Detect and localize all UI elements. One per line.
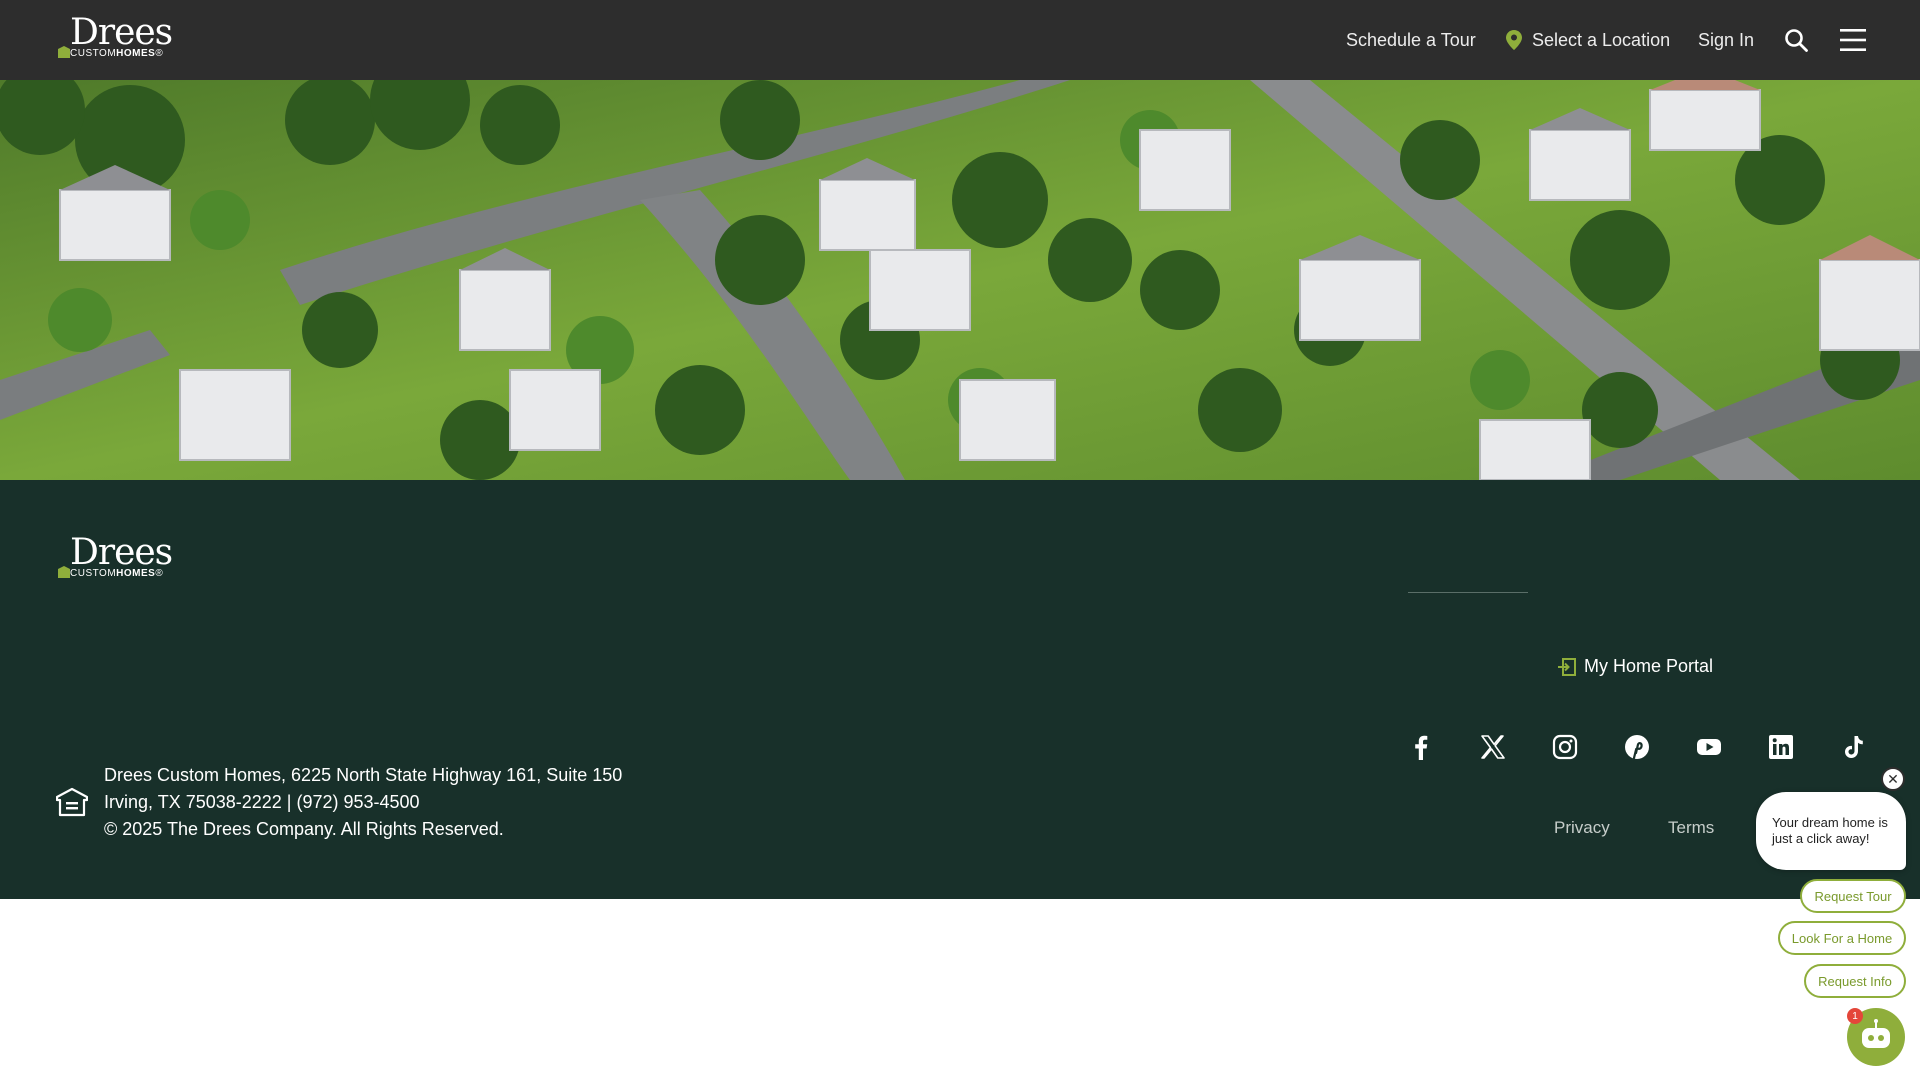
privacy-link[interactable]: Privacy: [1554, 818, 1610, 838]
terms-link[interactable]: Terms: [1668, 818, 1714, 838]
logo-tagline: CUSTOMHOMES®: [70, 568, 164, 579]
address-line-1: Drees Custom Homes, 6225 North State Hig…: [104, 765, 623, 785]
location-pin-icon: [1506, 30, 1522, 50]
tiktok-icon[interactable]: [1840, 734, 1866, 760]
youtube-icon[interactable]: [1696, 734, 1722, 760]
hamburger-menu-icon[interactable]: [1840, 28, 1866, 52]
logo-wordmark: Drees: [70, 532, 173, 573]
copyright-text: © 2025 The Drees Company. All Rights Res…: [104, 819, 504, 839]
address-line-2: Irving, TX 75038-2222 | (972) 953-4500: [104, 792, 420, 812]
select-location-link[interactable]: Select a Location: [1506, 0, 1670, 80]
look-for-home-button[interactable]: Look For a Home: [1778, 921, 1906, 955]
chat-greeting-text: Your dream home is just a click away!: [1772, 815, 1888, 846]
chat-greeting-bubble[interactable]: Your dream home is just a click away!: [1756, 792, 1906, 870]
portal-login-icon: [1558, 657, 1576, 676]
instagram-icon[interactable]: [1552, 734, 1578, 760]
logo-mark-icon: [58, 566, 70, 578]
site-footer: Drees CUSTOMHOMES® My Home Portal Drees …: [0, 480, 1920, 899]
select-location-label: Select a Location: [1532, 29, 1671, 50]
aerial-neighborhood-photo: [0, 80, 1920, 480]
company-address: Drees Custom Homes, 6225 North State Hig…: [104, 762, 622, 843]
schedule-tour-link[interactable]: Schedule a Tour: [1346, 0, 1476, 80]
hero-aerial-image: [0, 80, 1920, 480]
search-icon[interactable]: [1784, 28, 1808, 52]
chat-bot-icon: [1862, 1019, 1890, 1048]
footer-divider: [1408, 592, 1528, 593]
logo-wordmark: Drees: [70, 12, 173, 53]
facebook-icon[interactable]: [1408, 734, 1434, 760]
pinterest-icon[interactable]: [1624, 734, 1650, 760]
x-icon[interactable]: [1480, 734, 1506, 760]
sign-in-link[interactable]: Sign In: [1698, 0, 1754, 80]
chat-close-button[interactable]: ✕: [1881, 767, 1905, 791]
close-icon: ✕: [1887, 771, 1899, 787]
linkedin-icon[interactable]: [1768, 734, 1794, 760]
request-info-button[interactable]: Request Info: [1804, 964, 1906, 998]
equal-housing-opportunity-icon: [56, 787, 88, 817]
request-tour-button[interactable]: Request Tour: [1800, 879, 1906, 913]
my-home-portal-label: My Home Portal: [1584, 656, 1714, 676]
footer-drees-logo[interactable]: Drees CUSTOMHOMES®: [58, 534, 176, 582]
logo-tagline: CUSTOMHOMES®: [70, 48, 164, 59]
chat-notification-badge: 1: [1847, 1008, 1863, 1024]
my-home-portal-link[interactable]: My Home Portal: [1558, 656, 1713, 677]
site-header: Drees CUSTOMHOMES® Schedule a Tour Selec…: [0, 0, 1920, 80]
drees-logo[interactable]: Drees CUSTOMHOMES®: [58, 14, 176, 62]
logo-mark-icon: [58, 46, 70, 58]
